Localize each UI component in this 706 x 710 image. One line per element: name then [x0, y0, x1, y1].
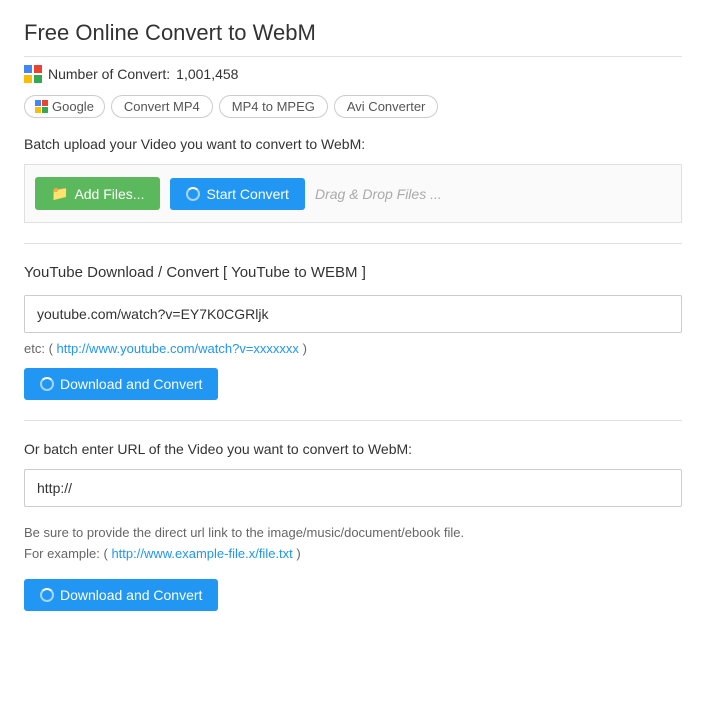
youtube-hint-suffix: ) — [303, 341, 307, 356]
add-files-button[interactable]: 📁 Add Files... — [35, 177, 160, 210]
refresh-icon — [186, 187, 200, 201]
batch-url-input[interactable] — [24, 469, 682, 507]
convert-count-value: 1,001,458 — [176, 66, 238, 82]
start-convert-label: Start Convert — [206, 186, 288, 202]
nav-convert-mp4[interactable]: Convert MP4 — [111, 95, 213, 118]
nav-google-link[interactable]: Google — [24, 95, 105, 118]
convert-count-row: Number of Convert: 1,001,458 — [24, 65, 682, 83]
youtube-hint-prefix: etc: ( — [24, 341, 53, 356]
divider-2 — [24, 420, 682, 421]
google-icon — [35, 100, 48, 113]
add-files-label: Add Files... — [74, 186, 144, 202]
batch-url-label: Or batch enter URL of the Video you want… — [24, 441, 682, 457]
start-convert-button[interactable]: Start Convert — [170, 178, 304, 210]
batch-url-section: Or batch enter URL of the Video you want… — [24, 441, 682, 611]
youtube-section-title: YouTube Download / Convert [ YouTube to … — [24, 264, 682, 281]
youtube-url-input[interactable] — [24, 295, 682, 333]
folder-icon: 📁 — [51, 185, 68, 202]
youtube-hint-url[interactable]: http://www.youtube.com/watch?v=xxxxxxx — [57, 341, 299, 356]
nav-avi-converter[interactable]: Avi Converter — [334, 95, 439, 118]
batch-download-icon — [40, 588, 54, 602]
batch-hint-prefix: For example: ( — [24, 546, 108, 561]
batch-download-button[interactable]: Download and Convert — [24, 579, 218, 611]
google-label: Google — [52, 99, 94, 114]
batch-url-hint: Be sure to provide the direct url link t… — [24, 523, 682, 565]
batch-hint-link[interactable]: http://www.example-file.x/file.txt — [111, 546, 292, 561]
nav-links: Google Convert MP4 MP4 to MPEG Avi Conve… — [24, 95, 682, 118]
convert-count-icon — [24, 65, 42, 83]
divider-1 — [24, 243, 682, 244]
nav-mp4-mpeg[interactable]: MP4 to MPEG — [219, 95, 328, 118]
youtube-section: YouTube Download / Convert [ YouTube to … — [24, 264, 682, 400]
batch-hint-suffix: ) — [296, 546, 300, 561]
youtube-download-button[interactable]: Download and Convert — [24, 368, 218, 400]
youtube-download-label: Download and Convert — [60, 376, 202, 392]
batch-download-label: Download and Convert — [60, 587, 202, 603]
youtube-download-icon — [40, 377, 54, 391]
upload-area: 📁 Add Files... Start Convert Drag & Drop… — [24, 164, 682, 223]
squares-icon — [24, 65, 42, 83]
youtube-hint: etc: ( http://www.youtube.com/watch?v=xx… — [24, 341, 682, 356]
upload-section-label: Batch upload your Video you want to conv… — [24, 136, 682, 152]
convert-count-label: Number of Convert: — [48, 66, 170, 82]
drag-drop-text: Drag & Drop Files ... — [315, 186, 442, 202]
page-title: Free Online Convert to WebM — [24, 20, 682, 57]
batch-hint-line1: Be sure to provide the direct url link t… — [24, 525, 464, 540]
